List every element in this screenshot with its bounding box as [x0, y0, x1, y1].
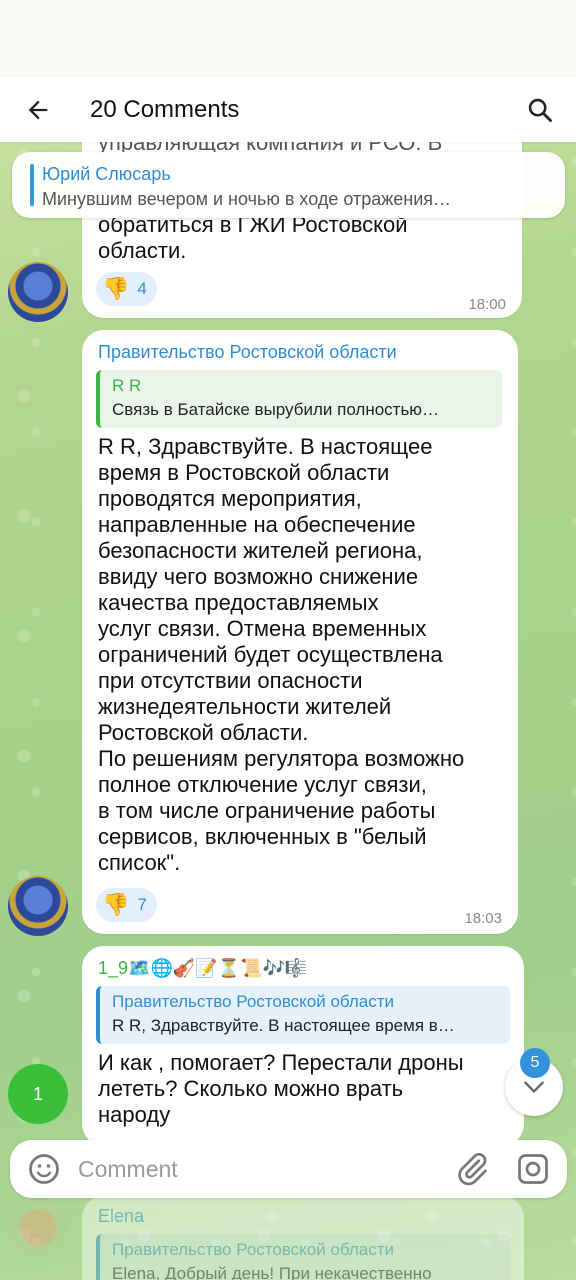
reaction-count: 7 [137, 895, 147, 914]
message-text-line: качества предоставляемых [98, 590, 379, 615]
reaction-dislike[interactable]: 👎 7 [96, 888, 157, 922]
thumbs-down-icon: 👎 [102, 276, 130, 301]
message-time: 18:00 [468, 296, 506, 313]
message-text-line: По решениям регулятора возможно [98, 746, 465, 771]
reply-preview-name: Юрий Слюсарь [42, 164, 171, 184]
unread-count-badge: 5 [520, 1048, 550, 1078]
message-text-line: лететь? Сколько можно врать [98, 1076, 404, 1101]
message-text-line: время в Ростовской области [98, 460, 390, 485]
message-text-line: проводятся мероприятия, [98, 486, 362, 511]
camera-button[interactable] [515, 1151, 551, 1187]
search-button[interactable] [520, 90, 560, 130]
quoted-reply-name: R R [112, 376, 142, 395]
message-sender: 1_9🗺️🌐🎻📝⏳📜🎶🎼 [98, 958, 308, 978]
message-bubble[interactable]: Правительство Ростовской области R R Свя… [82, 330, 518, 934]
page-title: 20 Comments [90, 96, 240, 123]
back-button[interactable] [18, 90, 58, 130]
comment-composer [10, 1140, 567, 1198]
message-text-line: при отсутствии опасности [98, 668, 363, 693]
message-text-line: народу [98, 1102, 171, 1127]
reply-preview-text: Минувшим вечером и ночью в ходе отражени… [42, 189, 452, 209]
comments-header: 20 Comments [0, 78, 576, 142]
reply-preview-banner[interactable]: Юрий Слюсарь Минувшим вечером и ночью в … [12, 152, 565, 218]
quoted-reply-text: R R, Здравствуйте. В настоящее время в… [112, 1016, 455, 1035]
status-bar-area [0, 0, 576, 78]
thumbs-down-icon: 👎 [102, 892, 130, 917]
comment-input[interactable] [78, 1152, 438, 1186]
message-text-line: список". [98, 850, 181, 875]
message-text-line: области. [98, 238, 187, 263]
quoted-reply[interactable]: R R Связь в Батайске вырубили полностью… [96, 370, 502, 428]
reaction-dislike[interactable]: 👎 4 [96, 272, 157, 306]
smiley-icon [29, 1154, 59, 1184]
message-text-line: направленные на обеспечение [98, 512, 416, 537]
message-text-line: ограничений будет осуществлена [98, 642, 443, 667]
quoted-reply[interactable]: Правительство Ростовской области Elena, … [96, 1234, 510, 1280]
reply-bar [30, 164, 34, 206]
message-text-line: в том числе ограничение работы [98, 798, 436, 823]
message-text-line: полное отключение услуг связи, [98, 772, 427, 797]
message-text-line: услуг связи. Отмена временных [98, 616, 427, 641]
search-icon [528, 98, 552, 122]
message-text-line: И как , помогает? Перестали дроны [98, 1050, 464, 1075]
message-text-line: жизнедеятельности жителей [98, 694, 392, 719]
message-sender: Правительство Ростовской области [98, 342, 397, 362]
emoji-button[interactable] [26, 1151, 62, 1187]
message-bubble[interactable]: 1_9🗺️🌐🎻📝⏳📜🎶🎼 Правительство Ростовской об… [82, 946, 524, 1146]
message-sender: Elena [98, 1206, 145, 1226]
message-bubble[interactable]: Elena Правительство Ростовской области E… [82, 1196, 524, 1280]
quoted-reply-name: Правительство Ростовской области [112, 1240, 395, 1259]
camera-icon [518, 1154, 548, 1184]
message-text-line: безопасности жителей региона, [98, 538, 423, 563]
message-text-line: сервисов, включенных в "белый [98, 824, 427, 849]
quoted-reply-text: Elena, Добрый день! При некачественно [112, 1264, 432, 1280]
message-text-line: Ростовской области. [98, 720, 309, 745]
avatar[interactable]: 1 [8, 1064, 68, 1124]
avatar[interactable] [8, 1198, 68, 1258]
message-text-line: ввиду чего возможно снижение [98, 564, 419, 589]
message-bubble[interactable]: управляющая компания и РСО. В обратиться… [82, 118, 522, 318]
message-time: 18:03 [464, 910, 502, 927]
attach-button[interactable] [454, 1151, 490, 1187]
message-text-line: R R, Здравствуйте. В настоящее [98, 434, 433, 459]
quoted-reply-text: Связь в Батайске вырубили полностью… [112, 400, 440, 419]
avatar[interactable] [8, 876, 68, 936]
paperclip-icon [458, 1153, 487, 1186]
reaction-count: 4 [137, 279, 147, 298]
quoted-reply-name: Правительство Ростовской области [112, 992, 395, 1011]
quoted-reply[interactable]: Правительство Ростовской области R R, Зд… [96, 986, 510, 1044]
avatar[interactable] [8, 262, 68, 322]
arrow-left-icon [28, 100, 48, 120]
